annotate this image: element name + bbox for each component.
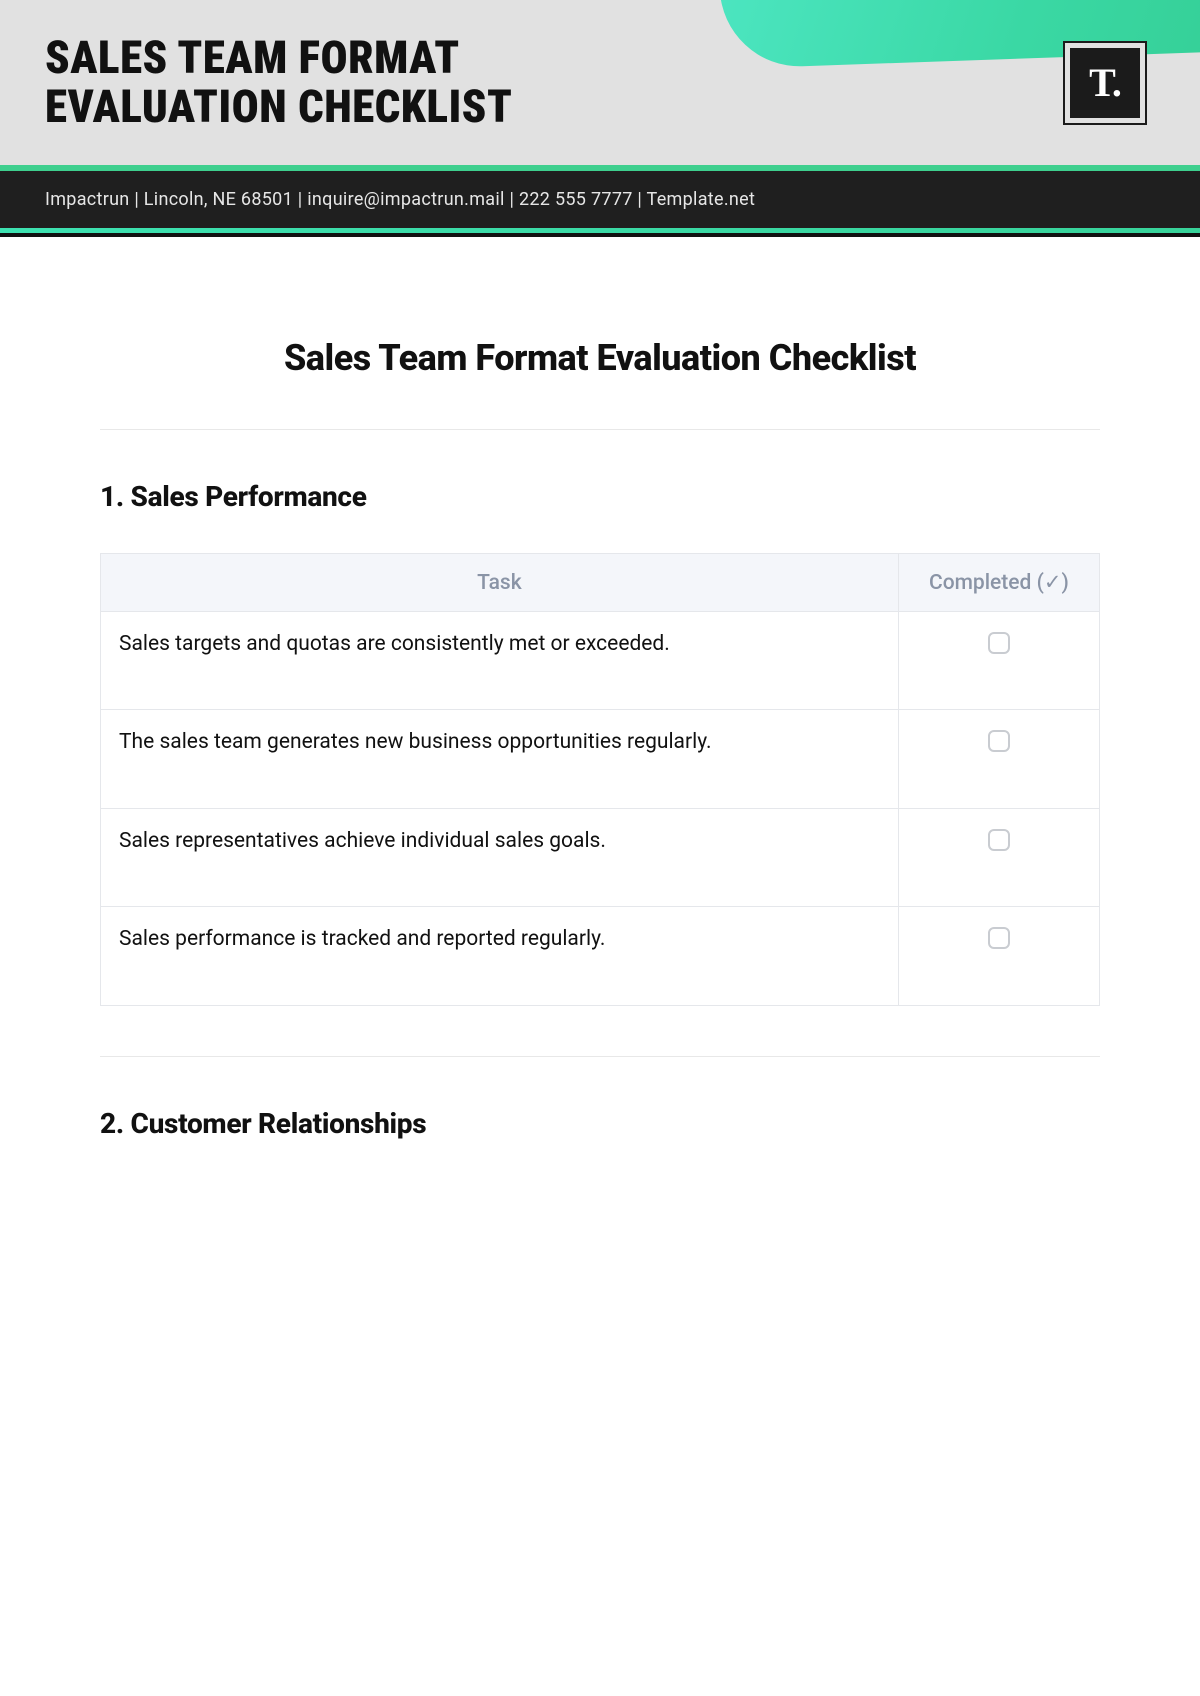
task-cell: The sales team generates new business op… bbox=[101, 710, 899, 808]
column-header-task: Task bbox=[101, 554, 899, 612]
section-heading-1: 1. Sales Performance bbox=[100, 480, 1100, 513]
table-row: Sales targets and quotas are consistentl… bbox=[101, 612, 1100, 710]
task-cell: Sales representatives achieve individual… bbox=[101, 808, 899, 906]
checkbox[interactable] bbox=[988, 829, 1010, 851]
checkbox[interactable] bbox=[988, 927, 1010, 949]
table-row: Sales performance is tracked and reporte… bbox=[101, 907, 1100, 1005]
content-area: Sales Team Format Evaluation Checklist 1… bbox=[0, 237, 1200, 1140]
check-cell bbox=[898, 808, 1099, 906]
column-header-completed: Completed (✓) bbox=[898, 554, 1099, 612]
task-cell: Sales performance is tracked and reporte… bbox=[101, 907, 899, 1005]
header-area: SALES TEAM FORMAT EVALUATION CHECKLIST T… bbox=[0, 0, 1200, 165]
table-header-row: Task Completed (✓) bbox=[101, 554, 1100, 612]
logo: T. bbox=[1065, 43, 1145, 123]
check-cell bbox=[898, 907, 1099, 1005]
header-title: SALES TEAM FORMAT EVALUATION CHECKLIST bbox=[45, 34, 512, 131]
check-cell bbox=[898, 710, 1099, 808]
checkbox[interactable] bbox=[988, 730, 1010, 752]
checklist-table-1: Task Completed (✓) Sales targets and quo… bbox=[100, 553, 1100, 1006]
divider bbox=[100, 429, 1100, 430]
header-title-line1: SALES TEAM FORMAT bbox=[45, 31, 460, 84]
table-row: Sales representatives achieve individual… bbox=[101, 808, 1100, 906]
header-title-line2: EVALUATION CHECKLIST bbox=[45, 80, 512, 133]
document-title: Sales Team Format Evaluation Checklist bbox=[100, 337, 1100, 379]
info-bar-text: Impactrun | Lincoln, NE 68501 | inquire@… bbox=[45, 189, 755, 210]
divider bbox=[100, 1056, 1100, 1057]
check-cell bbox=[898, 612, 1099, 710]
logo-text: T. bbox=[1089, 59, 1121, 106]
section-heading-2: 2. Customer Relationships bbox=[100, 1107, 1100, 1140]
task-cell: Sales targets and quotas are consistentl… bbox=[101, 612, 899, 710]
checkbox[interactable] bbox=[988, 632, 1010, 654]
info-bar: Impactrun | Lincoln, NE 68501 | inquire@… bbox=[0, 171, 1200, 228]
table-row: The sales team generates new business op… bbox=[101, 710, 1100, 808]
